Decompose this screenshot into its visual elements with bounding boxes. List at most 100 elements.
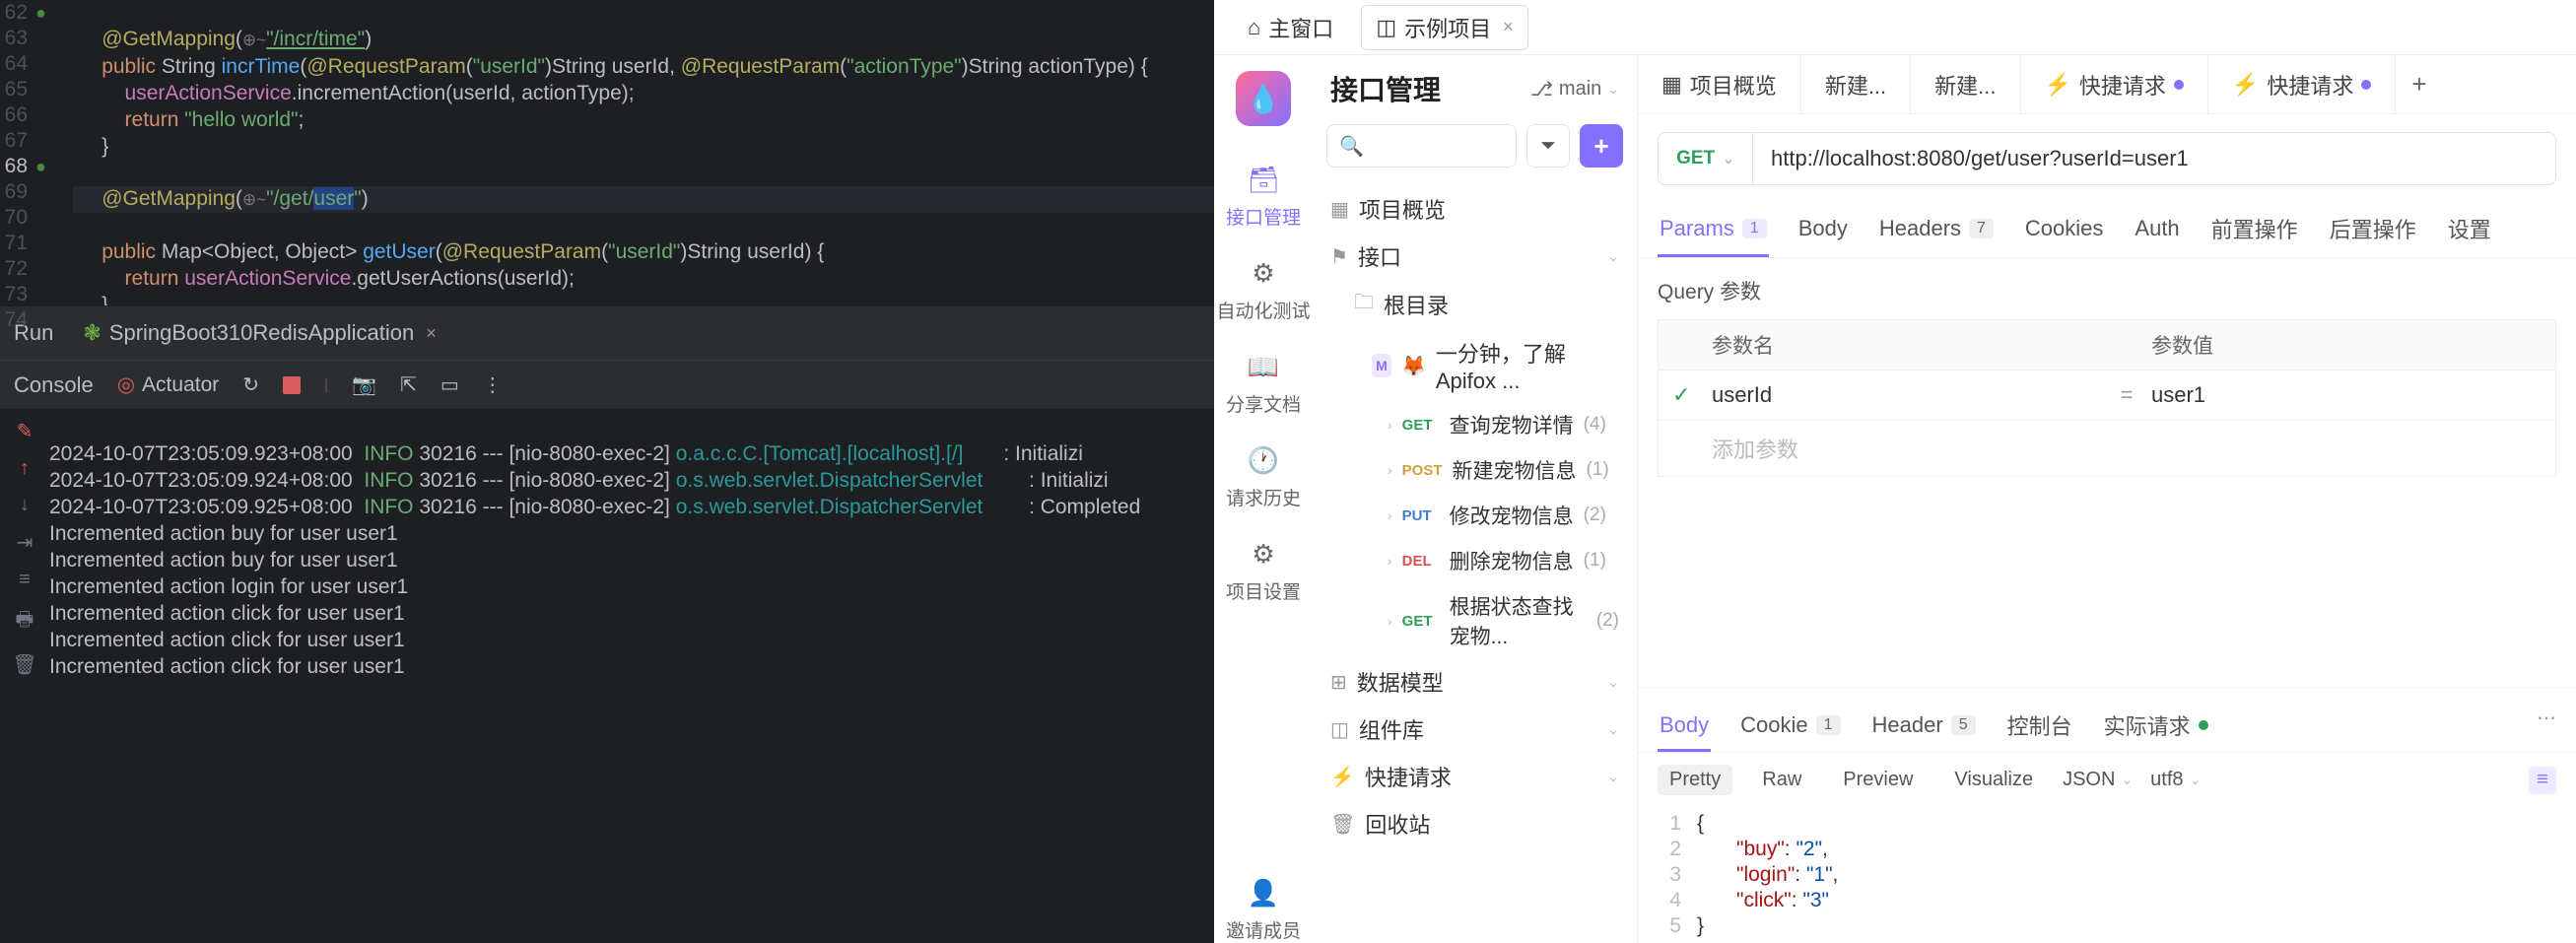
rtab-params[interactable]: Params1 [1658,203,1769,257]
new-tab-button[interactable]: + [2396,69,2442,100]
tree-intro[interactable]: M🦊一分钟，了解 Apifox ... [1313,329,1637,402]
api-tool-panel: ⌂ 主窗口 ◫ 示例项目 × 💧 🗃 接口管理 ⚙ 自动化测试 📖 分享文档 [1214,0,2576,943]
rtab-auth[interactable]: Auth [2133,203,2181,257]
params-title: Query 参数 [1658,276,2556,305]
check-icon[interactable]: ✓ [1672,382,1712,408]
view-preview[interactable]: Preview [1831,765,1925,795]
rerun-icon[interactable]: ↻ [242,372,259,397]
scroll-icon[interactable]: ≡ [19,569,31,591]
more-icon[interactable]: ⋯ [2537,706,2556,730]
actuator-tab[interactable]: ◎ Actuator [117,372,220,397]
data-model-icon: ⊞ [1330,670,1347,695]
param-value-input[interactable]: user1 [2151,382,2542,408]
view-pretty[interactable]: Pretty [1658,765,1732,795]
console-text[interactable]: 2024-10-07T23:05:09.923+08:00 INFO 30216… [49,409,1214,943]
rstab-cookie[interactable]: Cookie1 [1738,702,1842,752]
export-icon[interactable]: ⇱ [400,372,417,397]
tree-trash[interactable]: 🗑回收站 [1313,800,1637,847]
tree-root-folder[interactable]: 🗀根目录 [1313,280,1637,329]
filter-button[interactable]: ⏷ [1526,124,1570,168]
chevron-right-icon: › [1388,507,1392,523]
ctab-new1[interactable]: 新建... [1801,55,1911,113]
chevron-right-icon: › [1388,553,1392,569]
close-icon[interactable]: × [426,323,437,344]
chevron-right-icon: › [1388,417,1392,433]
params-table: 参数名 参数值 ✓ userId = user1 添加参数 [1658,319,2556,477]
bolt-icon: ⚡ [2045,72,2071,98]
layout-icon[interactable]: ▭ [441,372,459,397]
code-body[interactable]: @GetMapping(⊕~"/incr/time") public Strin… [73,0,1214,305]
rstab-header[interactable]: Header5 [1870,702,1978,752]
view-raw[interactable]: Raw [1750,765,1813,795]
ctab-overview[interactable]: ▦项目概览 [1638,55,1801,113]
wrap-icon[interactable]: ⇥ [17,530,34,555]
console-tab[interactable]: Console [14,372,94,398]
response-body[interactable]: 1{ 2"buy": "2", 3"login": "1", 4"click":… [1638,807,2576,943]
tree-quick-request[interactable]: ⚡快捷请求⌄ [1313,753,1637,800]
tab-project[interactable]: ◫ 示例项目 × [1361,5,1527,50]
stop-icon[interactable] [283,376,301,394]
method-select[interactable]: GET⌄ [1658,132,1752,185]
rtab-post[interactable]: 后置操作 [2328,203,2418,257]
tree-ep-post-pet[interactable]: ›POST新建宠物信息(1) [1313,447,1637,493]
print-icon[interactable]: 🖶 [16,605,34,639]
rail-api[interactable]: 🗃 接口管理 [1226,162,1301,230]
tree-overview[interactable]: ▦项目概览 [1313,185,1637,233]
chevron-right-icon: › [1388,462,1392,478]
spring-icon: ❃ [83,320,101,346]
tree-data-model[interactable]: ⊞数据模型⌄ [1313,658,1637,706]
code-editor[interactable]: 62636465666768697071727374 ● ● @GetMappi… [0,0,1214,305]
branch-selector[interactable]: ⎇ main ⌄ [1530,77,1619,101]
rail-settings[interactable]: ⚙ 项目设置 [1226,536,1301,604]
rstab-actual[interactable]: 实际请求 [2102,702,2210,752]
tree-interface[interactable]: ⚑接口⌄ [1313,233,1637,280]
param-name-input[interactable]: userId [1712,382,2102,408]
view-visualize[interactable]: Visualize [1942,765,2045,795]
markdown-badge: M [1372,354,1391,377]
rtab-settings[interactable]: 设置 [2446,203,2493,257]
run-config[interactable]: ❃ SpringBoot310RedisApplication × [73,316,445,350]
charset-select[interactable]: utf8⌄ [2150,769,2201,791]
add-param-row[interactable]: 添加参数 [1658,421,2556,477]
rtab-cookies[interactable]: Cookies [2023,203,2105,257]
unsaved-dot [2174,80,2184,90]
search-input[interactable]: 🔍 [1326,124,1517,168]
ctab-quick2[interactable]: ⚡快捷请求 [2208,55,2396,113]
tree-components[interactable]: ◫组件库⌄ [1313,706,1637,753]
chevron-down-icon: ⌄ [2190,772,2202,788]
tree-ep-find-by-status[interactable]: ›GET根据状态查找宠物...(2) [1313,583,1637,658]
chevron-down-icon: ⌄ [1607,674,1619,691]
filter-error-icon[interactable]: ✎ [17,419,34,443]
format-select[interactable]: JSON⌄ [2063,769,2133,791]
wrap-toggle[interactable]: ≡ [2529,767,2556,794]
tab-close-icon[interactable]: × [1503,17,1514,37]
down-icon[interactable]: ↓ [20,494,30,516]
tree-ep-del-pet[interactable]: ›DEL删除宠物信息(1) [1313,538,1637,583]
rail-invite[interactable]: 👤 邀请成员 [1226,875,1301,943]
ctab-new2[interactable]: 新建... [1911,55,2020,113]
rail-share[interactable]: 📖 分享文档 [1226,349,1301,417]
response-toolbar: Pretty Raw Preview Visualize JSON⌄ utf8⌄… [1638,753,2576,807]
tree-ep-put-pet[interactable]: ›PUT修改宠物信息(2) [1313,493,1637,538]
add-button[interactable]: + [1580,124,1623,168]
branch-icon: ⎇ [1530,77,1553,101]
tab-home[interactable]: ⌂ 主窗口 [1234,6,1347,49]
rstab-console[interactable]: 控制台 [2005,702,2074,752]
rtab-body[interactable]: Body [1796,203,1850,257]
rstab-body[interactable]: Body [1658,702,1711,752]
tree-ep-get-pet[interactable]: ›GET查询宠物详情(4) [1313,402,1637,447]
param-row[interactable]: ✓ userId = user1 [1658,370,2556,421]
rail-auto-test[interactable]: ⚙ 自动化测试 [1216,255,1310,323]
ctab-quick1[interactable]: ⚡快捷请求 [2021,55,2208,113]
rail-history[interactable]: 🕐 请求历史 [1226,442,1301,510]
rtab-pre[interactable]: 前置操作 [2209,203,2300,257]
rtab-headers[interactable]: Headers7 [1877,203,1996,257]
more-icon[interactable]: ⋮ [483,372,503,397]
camera-icon[interactable]: 📷 [352,372,376,397]
window-tabs: ⌂ 主窗口 ◫ 示例项目 × [1214,0,2576,55]
url-input[interactable]: http://localhost:8080/get/user?userId=us… [1752,132,2556,185]
response-section: Body Cookie1 Header5 控制台 实际请求 ⋯ Pretty R… [1638,687,2576,943]
chevron-down-icon: ⌄ [1607,769,1619,785]
trash-icon[interactable]: 🗑 [12,652,36,677]
up-icon[interactable]: ↑ [20,457,30,480]
